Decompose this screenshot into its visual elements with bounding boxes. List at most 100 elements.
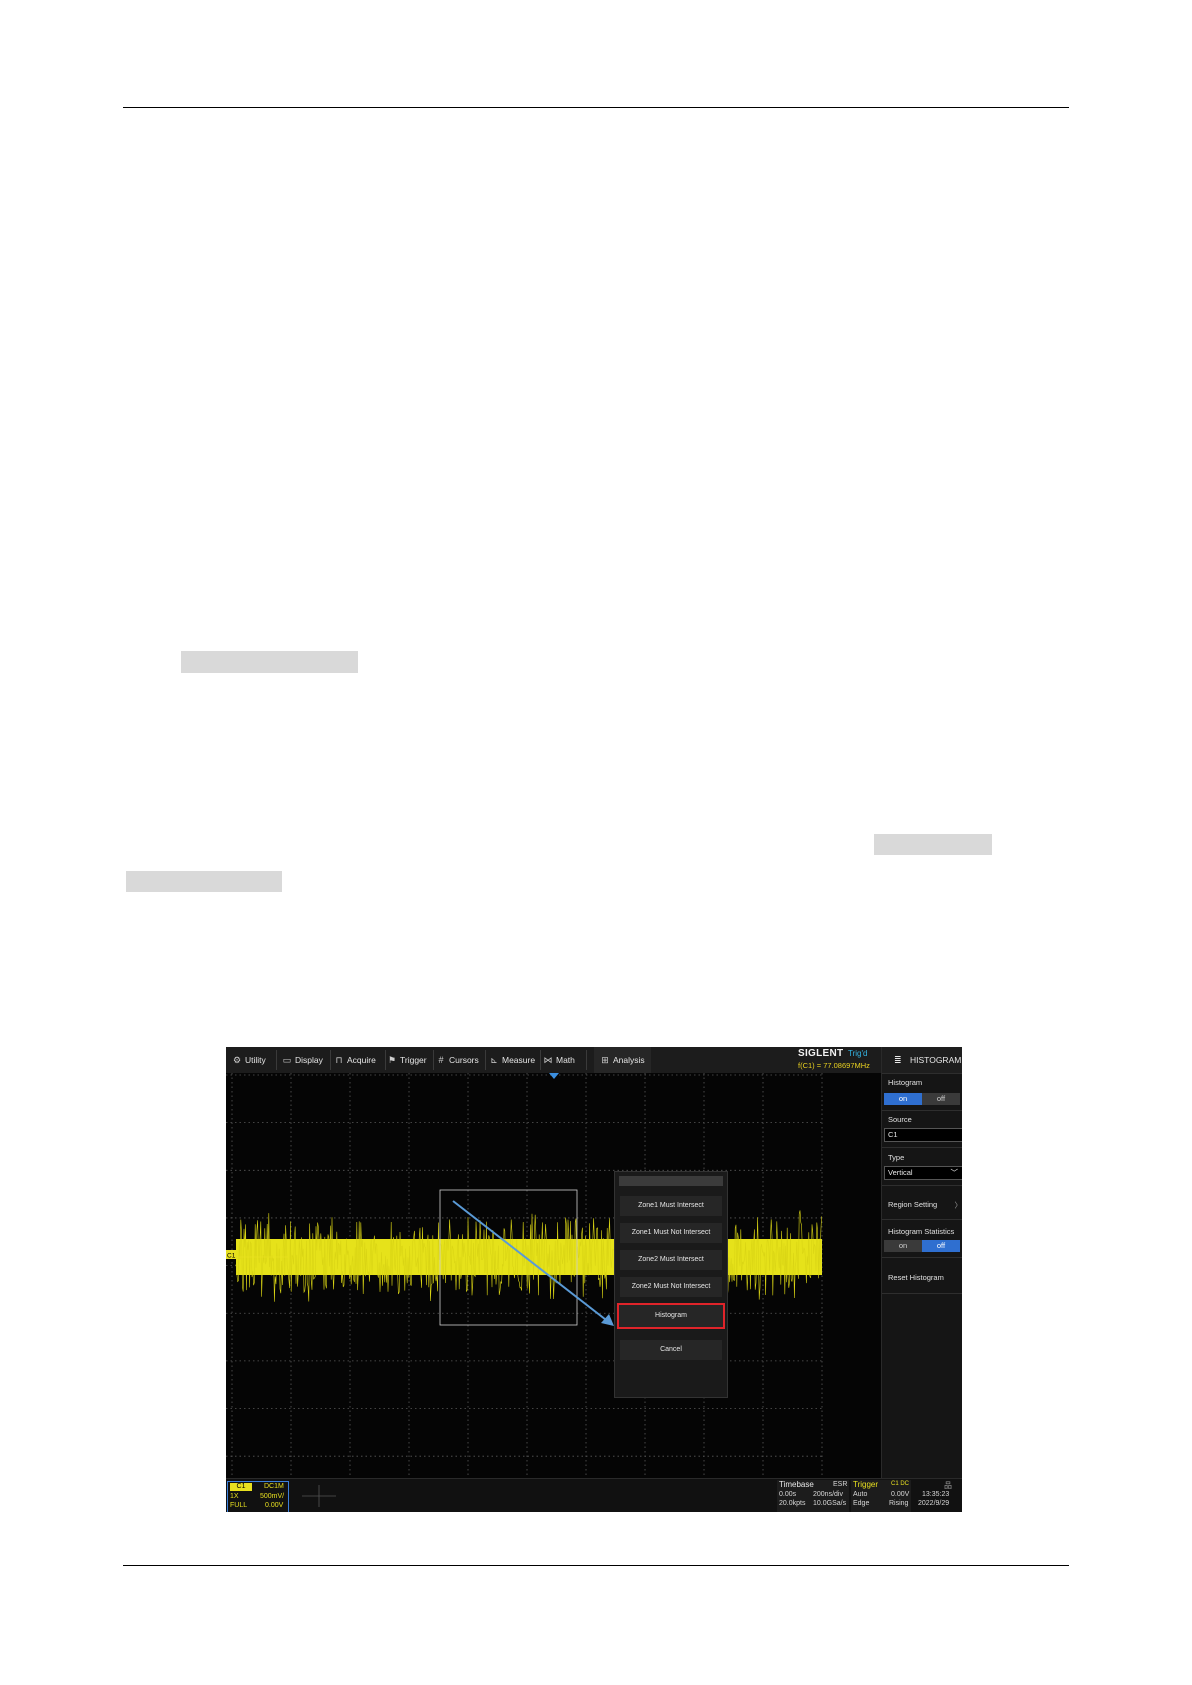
divider [882,1147,962,1148]
zone1-must-not-intersect-button[interactable]: Zone1 Must Not Intersect [620,1223,722,1243]
waveform-band [236,1239,822,1275]
chevron-right-icon: 〉 [954,1201,963,1210]
menu-analysis[interactable]: ⊞ Analysis [594,1047,651,1073]
cursors-icon: # [438,1055,444,1065]
histogram-on-option[interactable]: on [884,1093,922,1105]
timebase-points: 20.0kpts [779,1500,806,1507]
menu-divider [385,1050,386,1070]
frequency-readout: f(C1) = 77.08697MHz [798,1061,870,1070]
acquire-icon: ⊓ [335,1055,343,1065]
region-setting-label: Region Setting [888,1200,938,1209]
source-label: Source [888,1115,912,1124]
menu-label: Acquire [347,1055,376,1065]
menu-label: Cursors [449,1055,479,1065]
analysis-icon: ⊞ [601,1055,609,1065]
network-icon: 品 [944,1481,952,1490]
divider [882,1293,962,1294]
timebase-delay: 0.00s [779,1491,797,1498]
menu-divider [330,1050,331,1070]
type-label: Type [888,1153,905,1162]
menu-display[interactable]: ▭ Display [282,1047,323,1073]
trigger-source: C1 DC [891,1481,910,1487]
menu-list-icon: ≣ [894,1055,902,1065]
menu-divider [276,1050,277,1070]
channel-1-info[interactable]: C1 DC1M 1X 500mV/ FULL 0.00V [227,1481,289,1512]
clock-info: 品 13:35:23 2022/9/29 [914,1480,960,1512]
zone1-must-intersect-button[interactable]: Zone1 Must Intersect [620,1196,722,1216]
histogram-off-option[interactable]: off [922,1093,960,1105]
menu-label: Math [556,1055,575,1065]
menu-utility[interactable]: ⚙ Utility [232,1047,266,1073]
reset-histogram-button[interactable]: Reset Histogram [888,1273,944,1282]
redacted-text-3 [126,871,282,892]
histogram-statistics-label: Histogram Statistics [888,1227,955,1236]
trigger-info[interactable]: Trigger C1 DC Auto 0.00V Edge Rising [851,1480,911,1512]
source-field[interactable]: C1 [884,1128,962,1142]
statistics-off-option[interactable]: off [922,1240,960,1252]
siglent-logo: SIGLENT [798,1048,844,1059]
c1-probe: 1X [230,1493,239,1500]
menu-label: Analysis [613,1055,645,1065]
c1-bandwidth: FULL [230,1502,248,1509]
menu-divider [586,1050,587,1070]
divider [882,1110,962,1111]
oscilloscope-screenshot: ⚙ Utility ▭ Display ⊓ Acquire ⚑ Trigger # Cur… [226,1047,962,1512]
status-bar: C1 DC1M 1X 500mV/ FULL 0.00V Timebase ES… [226,1478,962,1512]
menu-bar: ⚙ Utility ▭ Display ⊓ Acquire ⚑ Trigger # Cur… [226,1047,881,1073]
redacted-text-2 [874,834,992,855]
utility-icon: ⚙ [232,1055,242,1065]
divider [882,1185,962,1186]
divider [882,1257,962,1258]
histogram-sidebar: ≣ HISTOGRAM Histogram on off Source C1 T… [881,1047,962,1478]
c1-coupling: DC1M [264,1483,284,1490]
brand-area: SIGLENT Trig'd f(C1) = 77.08697MHz [796,1047,881,1073]
timebase-info[interactable]: Timebase ESR 0.00s 200ns/div 20.0kpts 10… [777,1480,849,1512]
waveform-display[interactable]: C1 [226,1073,881,1478]
menu-trigger[interactable]: ⚑ Trigger [387,1047,427,1073]
c1-scale: 500mV/ [260,1493,285,1500]
zone-menu-dialog: Zone1 Must Intersect Zone1 Must Not Inte… [614,1171,728,1398]
type-value: Vertical [888,1168,913,1177]
divider [882,1073,962,1074]
zone2-must-intersect-button[interactable]: Zone2 Must Intersect [620,1250,722,1270]
trigger-mode: Auto [853,1491,868,1498]
dialog-titlebar [619,1176,723,1186]
trigger-status: Trig'd [848,1049,868,1058]
statistics-on-option[interactable]: on [884,1240,922,1252]
timebase-mode: ESR [833,1481,848,1488]
trigger-slope: Rising [889,1500,909,1507]
menu-label: Measure [502,1055,536,1065]
cancel-button[interactable]: Cancel [620,1340,722,1360]
trigger-icon: ⚑ [387,1055,397,1065]
menu-divider [485,1050,486,1070]
type-select[interactable]: Vertical ﹀ [884,1166,962,1180]
add-channel-icon[interactable] [294,1482,344,1510]
measure-icon: ⊾ [490,1055,498,1065]
c1-name-badge: C1 [230,1483,252,1491]
menu-measure[interactable]: ⊾ Measure [489,1047,535,1073]
trigger-type: Edge [853,1500,870,1507]
menu-acquire[interactable]: ⊓ Acquire [334,1047,376,1073]
menu-cursors[interactable]: # Cursors [436,1047,479,1073]
menu-label: Utility [245,1055,266,1065]
math-icon: ⋈ [543,1055,553,1065]
menu-math[interactable]: ⋈ Math [543,1047,575,1073]
menu-divider [540,1050,541,1070]
histogram-toggle[interactable]: on off [884,1093,960,1105]
redacted-text-1 [181,651,358,673]
trigger-level: 0.00V [891,1491,910,1498]
histogram-button[interactable]: Histogram [617,1303,725,1329]
clock-date: 2022/9/29 [918,1500,950,1507]
chevron-down-icon: ﹀ [950,1168,959,1177]
menu-label: Display [295,1055,323,1065]
timebase-label: Timebase [779,1480,814,1489]
menu-label: Trigger [400,1055,427,1065]
header-rule [123,107,1069,108]
statistics-toggle[interactable]: on off [884,1240,960,1252]
sidebar-title: HISTOGRAM [910,1055,962,1065]
histogram-label: Histogram [888,1078,923,1087]
divider [882,1219,962,1220]
region-setting-button[interactable]: Region Setting 〉 [888,1200,962,1210]
trigger-label: Trigger [853,1480,879,1489]
zone2-must-not-intersect-button[interactable]: Zone2 Must Not Intersect [620,1277,722,1297]
